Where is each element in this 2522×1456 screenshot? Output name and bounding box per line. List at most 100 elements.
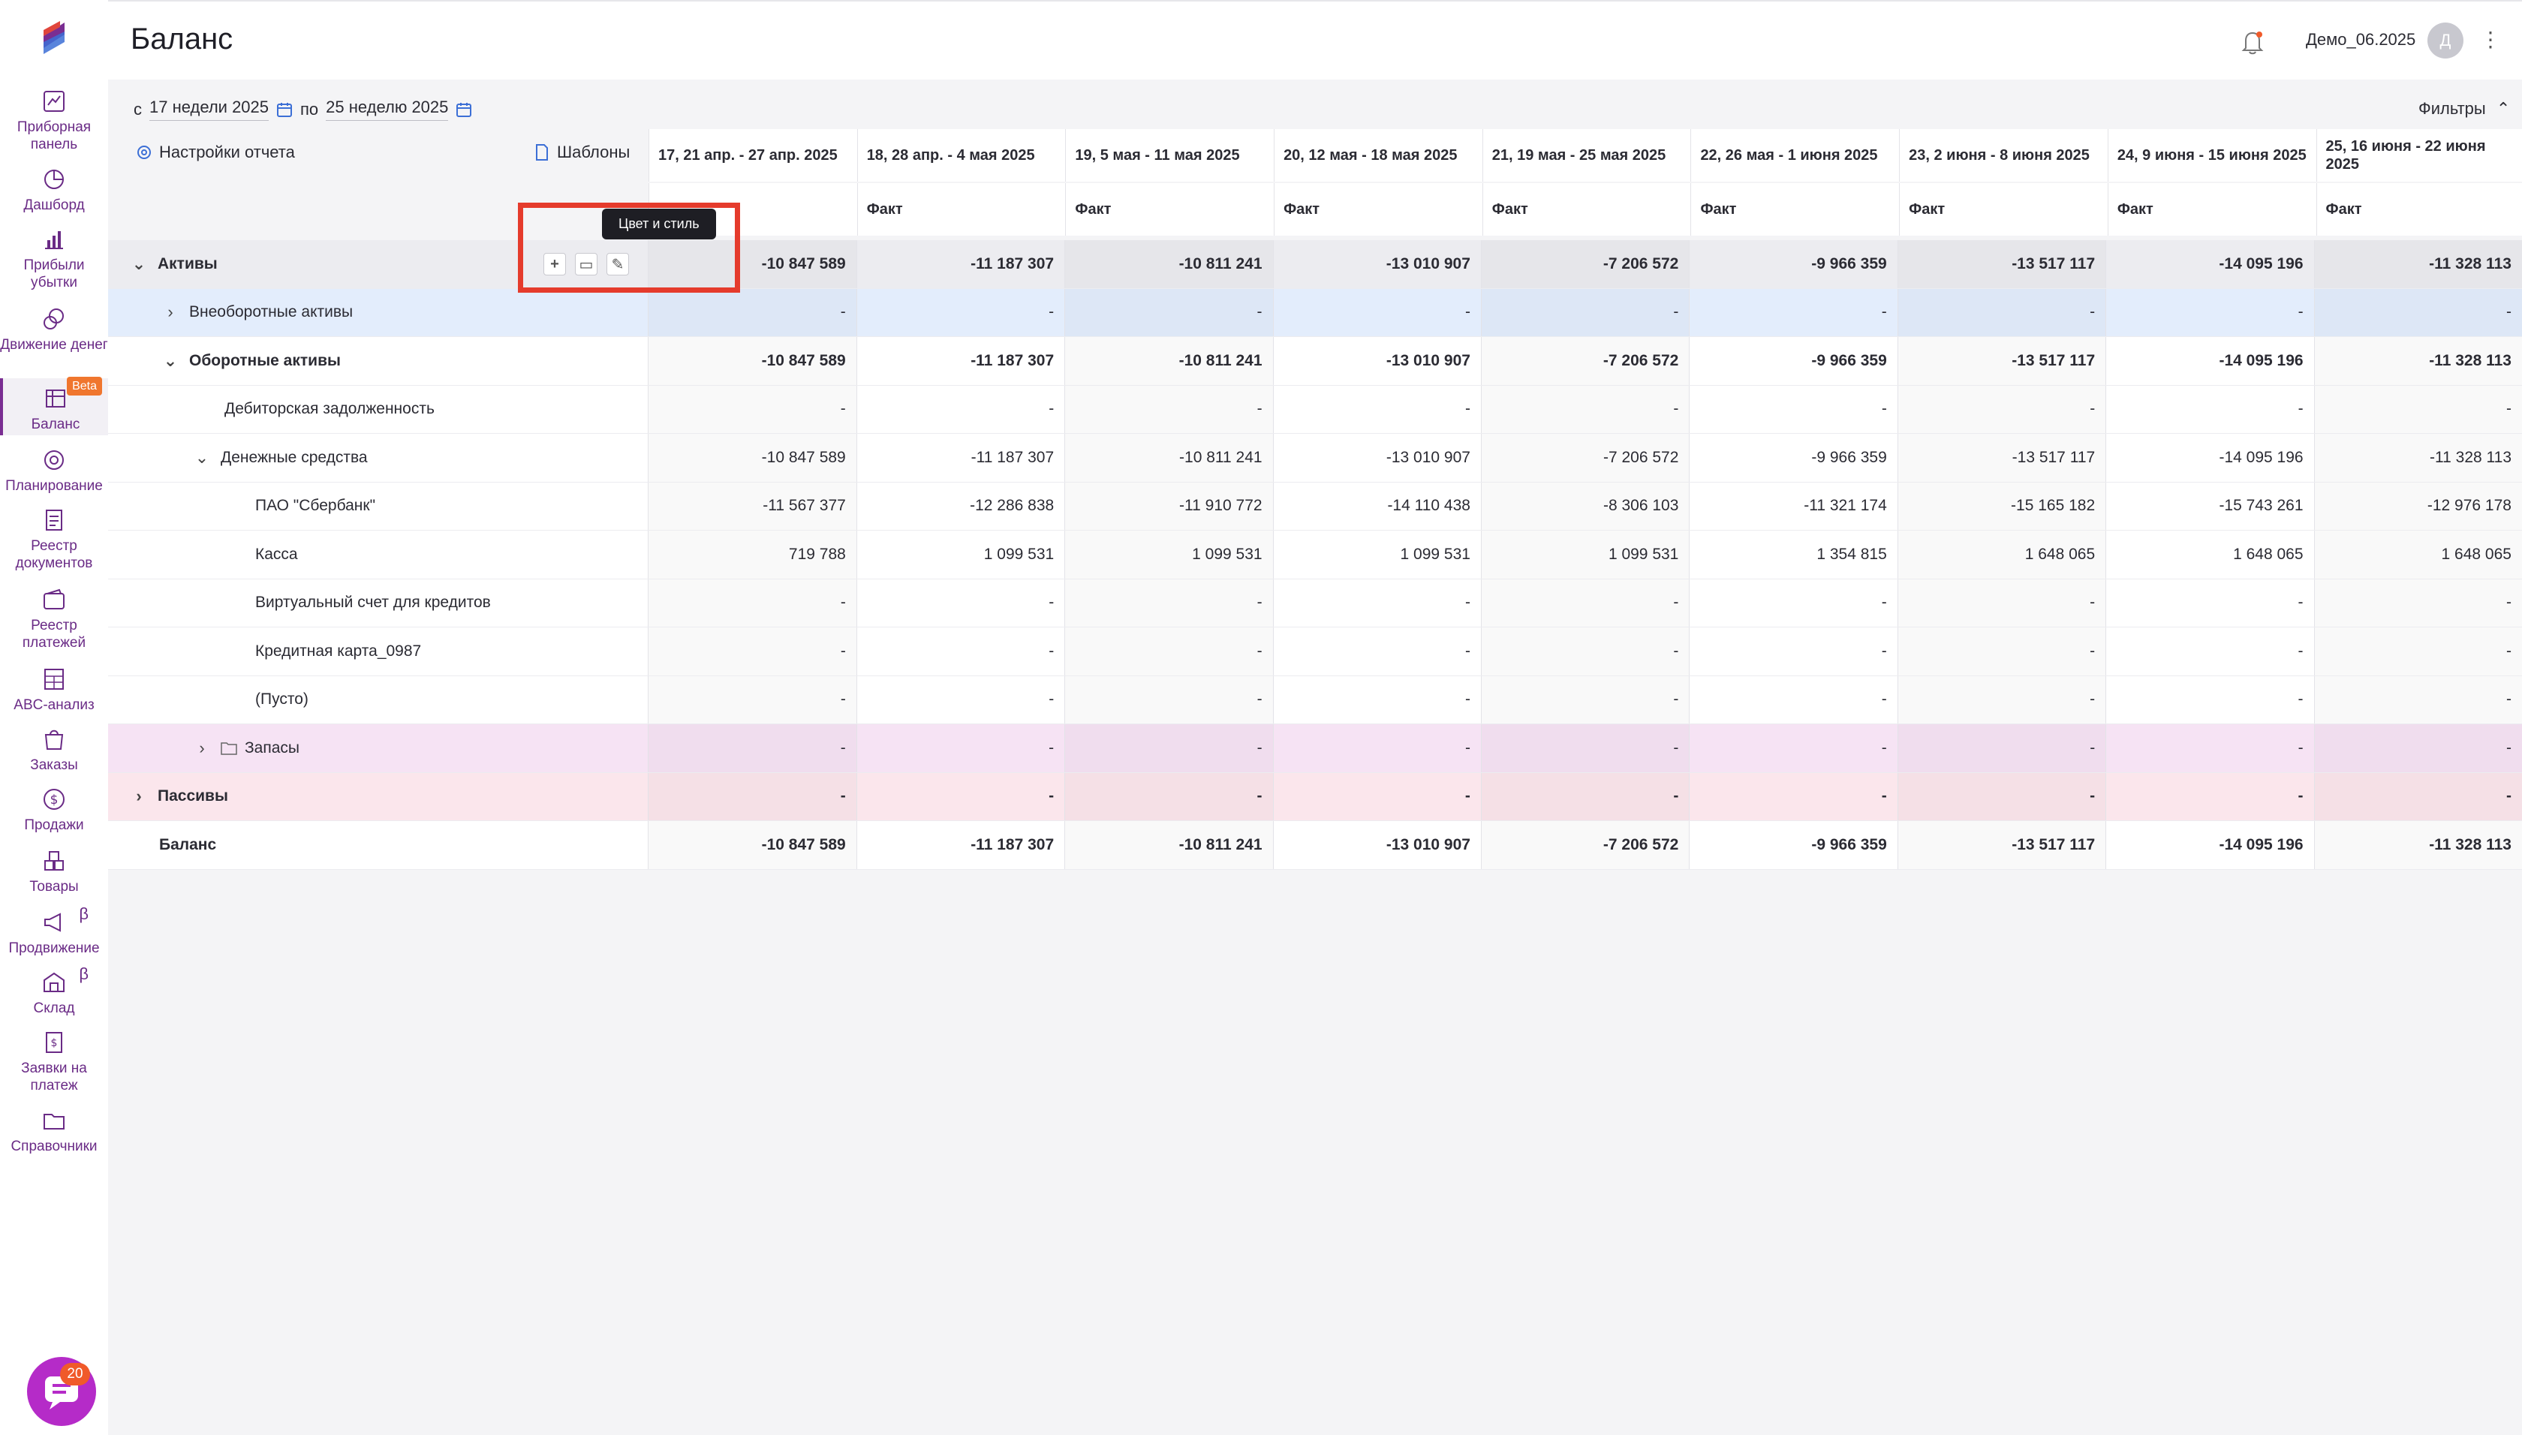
value-cell[interactable]: -13 517 117: [1897, 240, 2105, 288]
value-cell[interactable]: -: [2313, 579, 2522, 627]
value-cell[interactable]: -: [2313, 772, 2522, 820]
value-cell[interactable]: -: [1689, 675, 1897, 723]
value-cell[interactable]: -: [1480, 675, 1689, 723]
value-cell[interactable]: -: [1480, 579, 1689, 627]
chevron-down-icon[interactable]: ⌄: [131, 254, 147, 274]
value-cell[interactable]: -14 110 438: [1272, 482, 1481, 530]
value-cell[interactable]: -11 910 772: [1064, 482, 1272, 530]
value-cell[interactable]: -: [1064, 288, 1272, 336]
sidebar-item-payments[interactable]: Реестр платежей: [0, 587, 108, 651]
sidebar-item-payment-requests[interactable]: $ Заявки на платеж: [0, 1030, 108, 1094]
value-cell[interactable]: -9 966 359: [1689, 240, 1897, 288]
value-cell[interactable]: -: [648, 724, 856, 772]
value-cell[interactable]: -15 743 261: [2105, 482, 2313, 530]
value-cell[interactable]: -13 517 117: [1897, 337, 2105, 385]
value-cell[interactable]: -14 095 196: [2105, 337, 2313, 385]
chevron-down-icon[interactable]: ⌄: [162, 351, 179, 371]
value-cell[interactable]: -: [2105, 288, 2313, 336]
value-cell[interactable]: -: [2105, 724, 2313, 772]
value-cell[interactable]: -: [648, 627, 856, 675]
sidebar-item-references[interactable]: Справочники: [0, 1108, 108, 1155]
value-cell[interactable]: -: [1689, 385, 1897, 433]
table-row[interactable]: Виртуальный счет для кредитов - - - - - - - - -: [108, 579, 2522, 627]
table-row[interactable]: ⌄ Активы + ▭ ✎ -10 847 589 -11 187 307 -10 811 …: [108, 240, 2522, 289]
value-cell[interactable]: -11 187 307: [856, 240, 1064, 288]
chevron-down-icon[interactable]: ⌄: [194, 448, 210, 468]
report-settings-link[interactable]: Настройки отчета: [135, 143, 295, 162]
value-cell[interactable]: -: [1689, 772, 1897, 820]
value-cell[interactable]: -: [1064, 772, 1272, 820]
sidebar-item-products[interactable]: Товары: [0, 848, 108, 895]
value-cell[interactable]: 1 099 531: [1480, 531, 1689, 579]
sidebar-item-promotion[interactable]: Продвижение β: [0, 905, 108, 957]
value-cell[interactable]: -: [648, 772, 856, 820]
value-cell[interactable]: -: [2105, 627, 2313, 675]
value-cell[interactable]: -: [1480, 627, 1689, 675]
table-row[interactable]: Дебиторская задолженность - - - - - - - - -: [108, 385, 2522, 434]
value-cell[interactable]: -13 010 907: [1272, 240, 1481, 288]
value-cell[interactable]: -: [648, 288, 856, 336]
value-cell[interactable]: -11 328 113: [2313, 240, 2522, 288]
value-cell[interactable]: -11 187 307: [856, 434, 1064, 482]
column-header[interactable]: 17, 21 апр. - 27 апр. 2025: [649, 129, 857, 182]
value-cell[interactable]: -: [648, 675, 856, 723]
more-menu-icon[interactable]: ⋮: [2480, 27, 2501, 52]
sidebar-item-abc[interactable]: ABC-анализ: [0, 666, 108, 714]
calendar-icon[interactable]: [456, 101, 472, 118]
value-cell[interactable]: -11 328 113: [2313, 337, 2522, 385]
chevron-right-icon[interactable]: ›: [162, 302, 179, 322]
table-row[interactable]: ПАО "Сбербанк" -11 567 377 -12 286 838 -11 …: [108, 482, 2522, 531]
value-cell[interactable]: -: [856, 627, 1064, 675]
value-cell[interactable]: -: [856, 772, 1064, 820]
value-cell[interactable]: -7 206 572: [1480, 240, 1689, 288]
value-cell[interactable]: -9 966 359: [1689, 434, 1897, 482]
period-from-input[interactable]: 17 недели 2025: [149, 98, 269, 121]
column-header[interactable]: 19, 5 мая - 11 мая 2025: [1065, 129, 1275, 182]
column-header[interactable]: 21, 19 мая - 25 мая 2025: [1482, 129, 1691, 182]
value-cell[interactable]: -: [1689, 627, 1897, 675]
column-header[interactable]: 20, 12 мая - 18 мая 2025: [1274, 129, 1482, 182]
value-cell[interactable]: -: [2313, 288, 2522, 336]
value-cell[interactable]: -: [856, 385, 1064, 433]
value-cell[interactable]: -: [1480, 772, 1689, 820]
value-cell[interactable]: -: [1064, 627, 1272, 675]
value-cell[interactable]: -: [1064, 385, 1272, 433]
value-cell[interactable]: -14 095 196: [2105, 821, 2313, 869]
value-cell[interactable]: -: [1064, 579, 1272, 627]
value-cell[interactable]: -: [2105, 675, 2313, 723]
value-cell[interactable]: -: [2313, 627, 2522, 675]
value-cell[interactable]: -: [1272, 627, 1481, 675]
sidebar-item-cashflow[interactable]: Движение денег: [0, 306, 108, 353]
column-header[interactable]: 18, 28 апр. - 4 мая 2025: [856, 129, 1066, 182]
value-cell[interactable]: 1 354 815: [1689, 531, 1897, 579]
value-cell[interactable]: -: [1689, 579, 1897, 627]
period-to-input[interactable]: 25 неделю 2025: [326, 98, 449, 121]
value-cell[interactable]: -: [1897, 675, 2105, 723]
value-cell[interactable]: -14 095 196: [2105, 434, 2313, 482]
value-cell[interactable]: -: [1272, 772, 1481, 820]
column-header[interactable]: 22, 26 мая - 1 июня 2025: [1690, 129, 1900, 182]
value-cell[interactable]: -10 811 241: [1064, 434, 1272, 482]
sidebar-item-sales[interactable]: $ Продажи: [0, 787, 108, 834]
value-cell[interactable]: -: [1481, 385, 1689, 433]
value-cell[interactable]: -10 811 241: [1064, 337, 1272, 385]
value-cell[interactable]: -12 286 838: [856, 482, 1064, 530]
value-cell[interactable]: -9 966 359: [1689, 337, 1897, 385]
value-cell[interactable]: 1 099 531: [1272, 531, 1481, 579]
value-cell[interactable]: -: [856, 579, 1064, 627]
value-cell[interactable]: -: [1480, 724, 1689, 772]
value-cell[interactable]: -13 010 907: [1272, 337, 1481, 385]
column-header[interactable]: 24, 9 июня - 15 июня 2025: [2107, 129, 2316, 182]
value-cell[interactable]: 1 648 065: [2313, 531, 2522, 579]
value-cell[interactable]: -10 811 241: [1064, 821, 1272, 869]
value-cell[interactable]: -14 095 196: [2105, 240, 2313, 288]
sidebar-item-documents[interactable]: Реестр документов: [0, 507, 108, 572]
sidebar-item-warehouse[interactable]: Склад β: [0, 965, 108, 1017]
value-cell[interactable]: -: [1480, 288, 1689, 336]
value-cell[interactable]: -8 306 103: [1480, 482, 1689, 530]
value-cell[interactable]: -15 165 182: [1897, 482, 2105, 530]
value-cell[interactable]: -13 010 907: [1272, 434, 1481, 482]
value-cell[interactable]: -: [1272, 385, 1481, 433]
value-cell[interactable]: -: [1064, 724, 1272, 772]
sidebar-item-dashboard-panel[interactable]: Приборная панель: [0, 89, 108, 153]
